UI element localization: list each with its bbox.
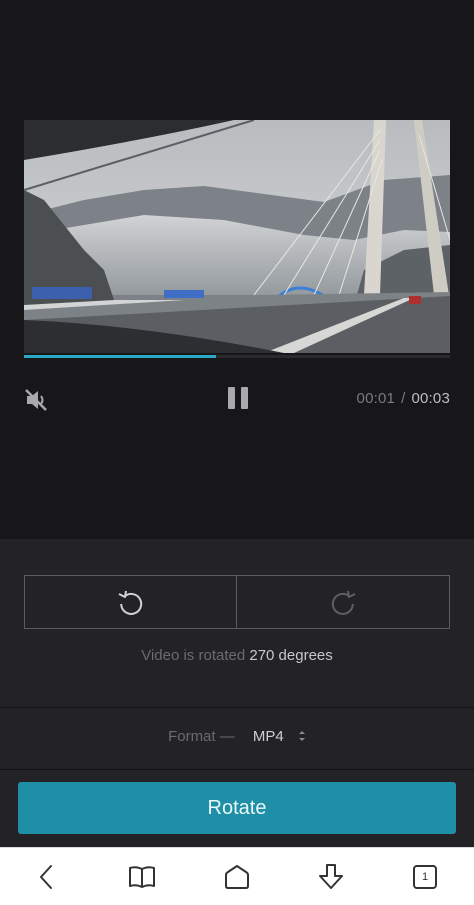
action-area: Rotate <box>0 770 474 847</box>
rotate-left-button[interactable] <box>25 576 237 628</box>
tab-count: 1 <box>413 865 437 889</box>
rotate-cw-icon <box>331 590 356 615</box>
rotation-status: Video is rotated 270 degrees <box>0 647 474 664</box>
total-time: 00:03 <box>411 390 450 407</box>
video-frame-image <box>24 120 450 353</box>
sort-arrows-icon[interactable] <box>298 729 306 743</box>
rotation-degrees: 270 degrees <box>249 647 333 664</box>
rotation-buttons <box>24 575 450 629</box>
time-display: 00:01 / 00:03 <box>357 390 450 407</box>
video-player-area: 00:01 / 00:03 <box>0 0 474 539</box>
time-separator: / <box>401 390 406 407</box>
player-controls: 00:01 / 00:03 <box>24 384 450 414</box>
rotate-right-button[interactable] <box>237 576 449 628</box>
rotation-status-prefix: Video is rotated <box>141 647 246 664</box>
playback-progress-track[interactable] <box>24 355 450 358</box>
format-value[interactable]: MP4 <box>253 728 284 745</box>
back-icon[interactable] <box>32 862 62 892</box>
pause-icon[interactable] <box>226 387 250 411</box>
format-label: Format — <box>168 728 235 745</box>
format-section: Format — MP4 <box>0 708 474 769</box>
tabs-icon[interactable]: 1 <box>410 862 440 892</box>
current-time: 00:01 <box>356 390 396 407</box>
download-icon[interactable] <box>316 862 346 892</box>
rotation-panel: Video is rotated 270 degrees <box>0 539 474 707</box>
playback-progress-fill <box>24 355 216 358</box>
video-preview[interactable] <box>24 120 450 353</box>
home-icon[interactable] <box>222 862 252 892</box>
mute-icon[interactable] <box>24 387 50 413</box>
bookmarks-icon[interactable] <box>127 862 157 892</box>
browser-nav-bar: 1 <box>0 847 474 905</box>
rotate-ccw-icon <box>118 590 142 615</box>
rotate-button[interactable]: Rotate <box>18 782 456 834</box>
format-selector[interactable]: Format — MP4 <box>0 728 474 745</box>
